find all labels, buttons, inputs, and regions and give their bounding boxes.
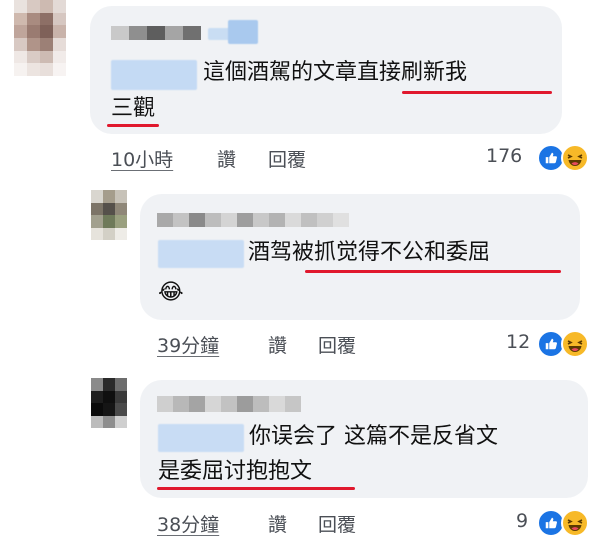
haha-icon xyxy=(561,509,589,537)
blurred-tag xyxy=(111,60,197,90)
blurred-mention xyxy=(228,20,258,44)
haha-icon xyxy=(561,330,589,358)
reply-button[interactable]: 回覆 xyxy=(268,145,306,172)
like-button[interactable]: 讚 xyxy=(268,510,287,537)
comment-text-line-1: 這個酒駕的文章直接刷新我 xyxy=(203,60,468,85)
comment-text-line-1: 酒驾被抓觉得不公和委屈 xyxy=(248,240,491,265)
highlight-underline xyxy=(157,487,355,490)
avatar[interactable] xyxy=(91,190,127,240)
like-button[interactable]: 讚 xyxy=(217,145,236,172)
blurred-tag xyxy=(158,424,244,452)
like-button[interactable]: 讚 xyxy=(268,331,287,358)
comment-emoji: 😂 xyxy=(158,280,184,305)
haha-icon xyxy=(561,144,589,172)
reply-button[interactable]: 回覆 xyxy=(318,331,356,358)
highlight-underline xyxy=(305,270,561,273)
author-name-blurred[interactable] xyxy=(111,26,201,40)
comment-text-line-2: 三觀 xyxy=(111,96,156,121)
avatar[interactable] xyxy=(14,0,66,76)
blurred-tag xyxy=(158,240,244,268)
avatar[interactable] xyxy=(91,378,127,428)
reaction-count[interactable]: 176 xyxy=(486,145,522,167)
highlight-underline xyxy=(402,91,552,94)
reply-button[interactable]: 回覆 xyxy=(318,510,356,537)
highlight-underline xyxy=(107,124,159,127)
reaction-count[interactable]: 9 xyxy=(516,510,528,532)
comment-timestamp[interactable]: 38分鐘 xyxy=(157,510,219,537)
comment-text-line-1: 你误会了 这篇不是反省文 xyxy=(249,424,498,449)
comment-timestamp[interactable]: 39分鐘 xyxy=(157,331,219,358)
reaction-count[interactable]: 12 xyxy=(506,331,530,353)
author-name-blurred[interactable] xyxy=(157,213,349,227)
comment-text-line-2: 是委屈讨抱抱文 xyxy=(158,459,313,484)
comment-timestamp[interactable]: 10小時 xyxy=(111,145,173,172)
author-name-blurred[interactable] xyxy=(157,396,301,412)
